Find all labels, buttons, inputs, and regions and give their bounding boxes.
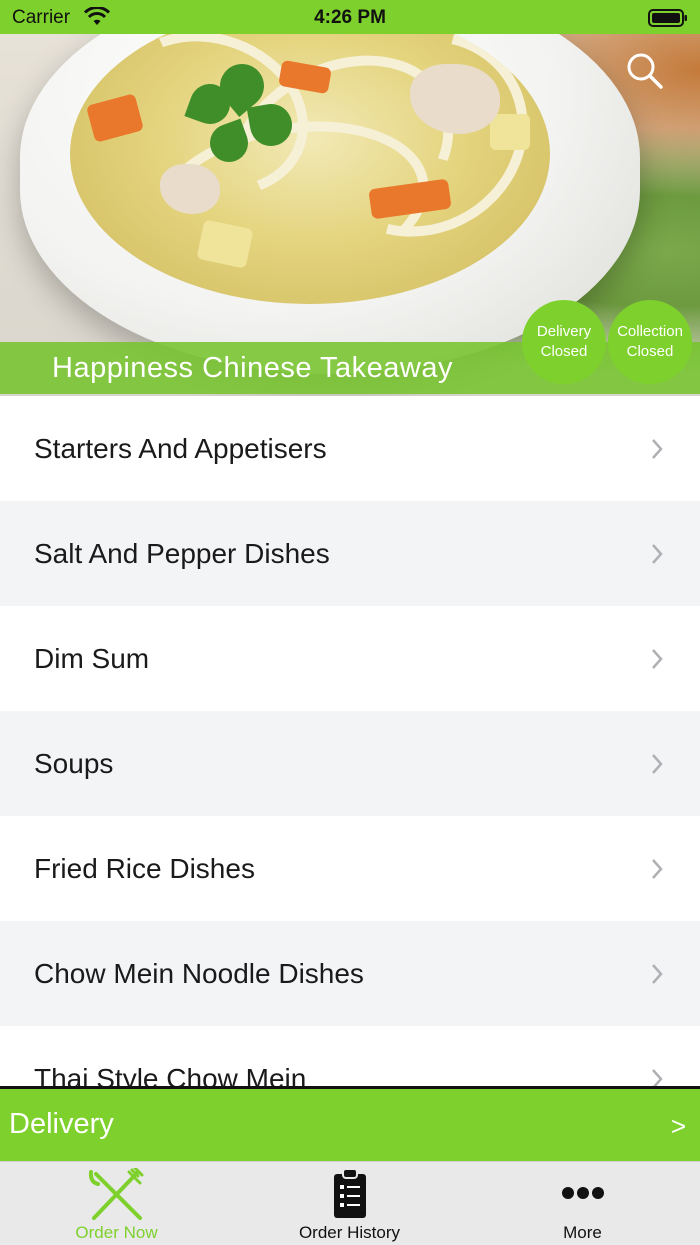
tab-bar: Order Now Order History More: [0, 1161, 700, 1245]
collection-badge-line1: Collection: [617, 323, 683, 340]
category-row-salt-and-pepper-dishes[interactable]: Salt And Pepper Dishes: [0, 501, 700, 606]
category-label: Chow Mein Noodle Dishes: [34, 957, 364, 989]
category-row-fried-rice-dishes[interactable]: Fried Rice Dishes: [0, 816, 700, 921]
restaurant-name: Happiness Chinese Takeaway: [52, 352, 453, 384]
delivery-badge-line2: Closed: [540, 343, 588, 360]
category-row-dim-sum[interactable]: Dim Sum: [0, 606, 700, 711]
delivery-label: Delivery: [9, 1108, 114, 1140]
category-row-starters-and-appetisers[interactable]: Starters And Appetisers: [0, 396, 700, 501]
search-icon[interactable]: [626, 52, 664, 90]
hero-image: Happiness Chinese Takeaway Delivery Clos…: [0, 34, 700, 396]
delivery-status-badge: Delivery Closed: [522, 300, 606, 384]
category-label: Thai Style Chow Mein: [34, 1062, 307, 1087]
collection-status-badge: Collection Closed: [608, 300, 692, 384]
chevron-right-icon: [652, 753, 663, 774]
status-bar: Carrier 4:26 PM: [0, 0, 700, 34]
tab-order-now[interactable]: Order Now: [0, 1162, 233, 1245]
chevron-right-icon: [652, 1068, 663, 1086]
category-row-thai-style-chow-mein[interactable]: Thai Style Chow Mein: [0, 1026, 700, 1086]
tab-label-order-history: Order History: [298, 1223, 401, 1242]
delivery-bar[interactable]: Delivery >: [0, 1089, 700, 1161]
category-label: Soups: [34, 747, 114, 779]
category-list: Starters And Appetisers Salt And Pepper …: [0, 396, 700, 1086]
category-label: Starters And Appetisers: [34, 432, 327, 464]
collection-badge-line2: Closed: [626, 343, 674, 360]
chevron-right-icon: [652, 543, 663, 564]
battery-icon: [648, 9, 687, 27]
chevron-right-icon: [652, 963, 663, 984]
category-row-chow-mein-noodle-dishes[interactable]: Chow Mein Noodle Dishes: [0, 921, 700, 1026]
tab-label-order-now: Order Now: [75, 1223, 158, 1242]
category-label: Fried Rice Dishes: [34, 852, 255, 884]
category-row-soups[interactable]: Soups: [0, 711, 700, 816]
tab-label-more: More: [563, 1223, 602, 1242]
delivery-arrow-icon: >: [670, 1111, 686, 1141]
status-time: 4:26 PM: [314, 7, 386, 28]
delivery-badge-line1: Delivery: [536, 323, 592, 340]
tab-order-history[interactable]: Order History: [233, 1162, 466, 1245]
category-label: Dim Sum: [34, 642, 150, 674]
category-label: Salt And Pepper Dishes: [34, 537, 330, 569]
chevron-right-icon: [652, 438, 663, 459]
chevron-right-icon: [652, 858, 663, 879]
clipboard-list-icon: [333, 1168, 366, 1218]
chevron-right-icon: [652, 648, 663, 669]
fork-knife-icon: [88, 1168, 143, 1220]
more-dots-icon: [561, 1187, 604, 1199]
tab-more[interactable]: More: [466, 1162, 699, 1245]
